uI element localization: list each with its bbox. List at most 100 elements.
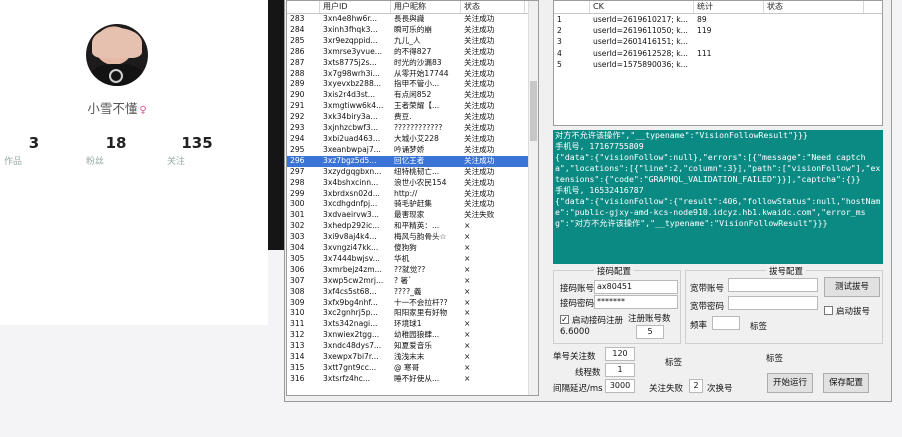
table-row[interactable]: 313 3xndc48dys7... 知夏爱音乐 × <box>287 341 538 352</box>
stat-fans-value: 18 <box>105 134 127 152</box>
row-status: 关注成功 <box>464 101 495 111</box>
code-password-label: 接码密码 <box>560 299 595 309</box>
table-row[interactable]: 5 userId=1575890036; k... <box>554 59 882 70</box>
avatar[interactable] <box>86 24 148 86</box>
table-row[interactable]: 286 3xmrse3yvue... 的不得827 关注成功 <box>287 47 538 58</box>
user-table-header: 用户ID 用户昵称 状态 <box>287 1 538 14</box>
code-account-label: 接码账号 <box>560 284 595 294</box>
table-row[interactable]: 302 3xhedp292ic... 和平精英：... × <box>287 221 538 232</box>
follow-fail-input[interactable]: 2 <box>689 379 703 393</box>
row-nickname: 指甲不管小... <box>394 79 440 89</box>
row-nickname: @ 寒哥 <box>394 363 420 372</box>
scrollbar-thumb[interactable] <box>530 81 537 141</box>
table-row[interactable]: 311 3xts342nagi... 环境球1 × <box>287 319 538 330</box>
table-row[interactable]: 294 3xbi2uad463... 大城小艾228 关注成功 <box>287 134 538 145</box>
stat-following-label: 关注 <box>167 157 186 167</box>
log-output[interactable]: 对方不允许该操作","__typename":"VisionFollowResu… <box>553 130 883 264</box>
col-user-id[interactable]: 用户ID <box>320 1 391 13</box>
table-row[interactable]: 287 3xts8775j2s... 时光的沙漏83 关注成功 <box>287 58 538 69</box>
threads-input[interactable]: 1 <box>605 363 635 377</box>
table-row[interactable]: 307 3xwp5cw2mrj... ? 箸` × <box>287 276 538 287</box>
table-row[interactable]: 3 userId=2601416151; k... <box>554 36 882 47</box>
row-index: 293 <box>290 123 305 133</box>
table-row[interactable]: 4 userId=2619612528; k... 111 <box>554 48 882 59</box>
table-row[interactable]: 285 3xr9ezqppid... 九儿_人 关注成功 <box>287 36 538 47</box>
save-config-button[interactable]: 保存配置 <box>823 373 869 393</box>
user-table[interactable]: 用户ID 用户昵称 状态 283 3xn4e8hw6r... 長長與識 关注成功 284… <box>286 0 539 396</box>
col-index[interactable] <box>287 1 320 13</box>
table-row[interactable]: 301 3xdvaeirvw3... 最害现家 关注失败 <box>287 210 538 221</box>
broadband-account-input[interactable] <box>728 278 818 292</box>
table-row[interactable]: 299 3xbrdxsn02d... http:// 关注成功 <box>287 189 538 200</box>
follow-count-input[interactable]: 120 <box>605 347 635 361</box>
table-row[interactable]: 298 3x4bshxcinn... 浪世小农民154 关注成功 <box>287 178 538 189</box>
row-index: 3 <box>557 37 562 47</box>
stat-following[interactable]: 135 关注 <box>167 134 227 167</box>
profile-card: 小雪不懂 ♀ 3 作品 18 粉丝 135 关注 <box>0 0 268 325</box>
table-row[interactable]: 283 3xn4e8hw6r... 長長與識 关注成功 <box>287 14 538 25</box>
col-status[interactable]: 状态 <box>461 1 525 13</box>
row-status: × <box>464 221 471 231</box>
code-config-group: 接码配置 接码账号 ax80451 接码密码 ******* ✓ 启动接码注册 … <box>553 265 681 344</box>
table-row[interactable]: 308 3xf4cs5st68... ????_義 × <box>287 287 538 298</box>
row-nickname: 梅风与韵骨头☆ <box>394 232 447 242</box>
table-row[interactable]: 290 3xis2r4d3st... 有点闲852 关注成功 <box>287 90 538 101</box>
table-row[interactable]: 304 3xvngzi47kk... 傻狗狗 × <box>287 243 538 254</box>
code-password-input[interactable]: ******* <box>594 295 678 309</box>
table-row[interactable]: 306 3xmrbejz4zm... ??就觉?? × <box>287 265 538 276</box>
table-row[interactable]: 292 3xk34biry3a... 费豆. 关注成功 <box>287 112 538 123</box>
row-index: 283 <box>290 14 305 23</box>
code-account-input[interactable]: ax80451 <box>594 280 678 294</box>
auto-register-checkbox[interactable]: ✓ <box>560 315 569 324</box>
start-run-button[interactable]: 开始运行 <box>767 373 813 393</box>
row-index: 290 <box>290 90 305 100</box>
table-row[interactable]: 293 3xjnhzcbwf3...???????????? 关注成功 <box>287 123 538 134</box>
table-row[interactable]: 315 3xtt7gnt9cc... @ 寒哥 × <box>287 363 538 374</box>
table-row[interactable]: 288 3x7g98wrh3i... 从零开始17744 关注成功 <box>287 69 538 80</box>
user-table-scrollbar[interactable] <box>528 1 538 395</box>
row-count: 111 <box>697 48 712 58</box>
row-status: × <box>464 243 471 253</box>
row-nickname: 环境球1 <box>394 319 422 329</box>
col-ck[interactable]: CK <box>590 1 694 13</box>
row-index: 306 <box>290 264 305 274</box>
table-row[interactable]: 312 3xnwiex2tgg... 幼稚园狼肆... × <box>287 330 538 341</box>
stat-works[interactable]: 3 作品 <box>4 134 64 167</box>
table-row[interactable]: 303 3xi9v8aj4k4... 梅风与韵骨头☆ × <box>287 232 538 243</box>
table-row[interactable]: 284 3xinh3fhqk3... 瞬可乐的崩 关注成功 <box>287 25 538 36</box>
enable-dial-checkbox[interactable] <box>824 306 833 315</box>
col-index[interactable] <box>554 1 590 13</box>
table-row[interactable]: 291 3xmgtiww6k4... 王者荣耀【... 关注成功 <box>287 101 538 112</box>
table-row[interactable]: 295 3xeanbwpaj7... 吟诵梦娇 关注成功 <box>287 145 538 156</box>
auto-register-label: 启动接码注册 <box>572 316 624 326</box>
broadband-password-input[interactable] <box>728 296 818 310</box>
table-row[interactable]: 289 3xyevxbz288... 指甲不管小... 关注成功 <box>287 79 538 90</box>
col-status[interactable]: 状态 <box>764 1 864 13</box>
table-row[interactable]: 305 3x7444bwjsv... 华机 × <box>287 254 538 265</box>
follow-fail-label: 关注失败 <box>649 384 684 394</box>
switch-account-label: 次换号 <box>707 384 733 394</box>
frequency-input[interactable] <box>712 316 740 330</box>
row-status <box>764 14 864 25</box>
register-count-input[interactable]: 5 <box>636 325 664 339</box>
col-count[interactable]: 统计 <box>694 1 764 13</box>
table-row[interactable]: 300 3xcdhgdnfpj... 骑毛驴赶集 关注成功 <box>287 199 538 210</box>
row-index: 307 <box>290 275 305 285</box>
table-row[interactable]: 309 3xfx9bg4nhf... 十一不会拉杆?? × <box>287 298 538 309</box>
ck-table[interactable]: CK 统计 状态 1 userId=2619610217; k... 89 2 user… <box>553 0 883 126</box>
test-dial-button[interactable]: 测试拔号 <box>824 277 880 297</box>
table-row[interactable]: 316 3xtsrfz4hc... 睡不好使从... × <box>287 374 538 385</box>
table-row[interactable]: 314 3xewpx7bi7r... 浅浅末末 × <box>287 352 538 363</box>
table-row[interactable]: 1 userId=2619610217; k... 89 <box>554 14 882 25</box>
table-row[interactable]: 310 3xc2gnhrj5p... 阳阳家里有好物 × <box>287 308 538 319</box>
register-count-label: 注册账号数 <box>628 314 671 324</box>
interval-input[interactable]: 3000 <box>605 379 635 393</box>
stat-fans[interactable]: 18 粉丝 <box>86 134 146 167</box>
row-index: 309 <box>290 297 305 307</box>
col-nickname[interactable]: 用户昵称 <box>391 1 461 13</box>
row-nickname: 费豆. <box>394 112 412 122</box>
table-row[interactable]: 2 userId=2619611050; k... 119 <box>554 25 882 36</box>
table-row[interactable]: 297 3xzydgqgbxn... 纽特桃韧亡... 关注成功 <box>287 167 538 178</box>
table-row[interactable]: 296 3xz7bgz5d5... 回忆王者 关注成功 <box>287 155 538 167</box>
row-status: × <box>464 286 471 296</box>
